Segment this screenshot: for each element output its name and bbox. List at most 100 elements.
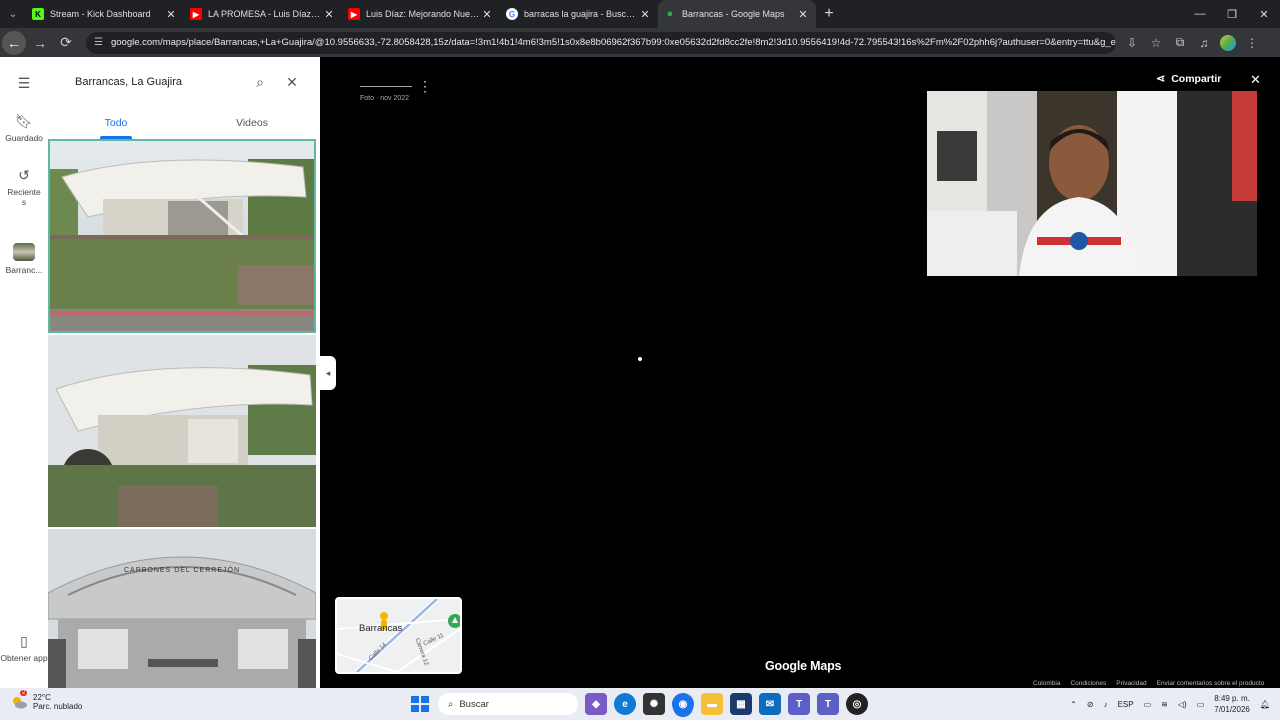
reload-button[interactable]: ⟳ bbox=[54, 31, 78, 55]
tab-google-search[interactable]: G barracas la guajira - Buscar con ✕ bbox=[500, 0, 658, 28]
webcam-image bbox=[927, 91, 1257, 276]
outlook-icon[interactable]: ✉ bbox=[759, 693, 781, 715]
close-tab-icon[interactable]: ✕ bbox=[796, 8, 810, 21]
chrome-icon[interactable]: ◉ bbox=[672, 693, 694, 715]
chatgpt-icon[interactable]: ✺ bbox=[643, 693, 665, 715]
tab-luis-diaz[interactable]: ▶ Luis Díaz: Mejorando Nuestro Í ✕ bbox=[342, 0, 500, 28]
close-viewer-icon[interactable]: ✕ bbox=[1250, 72, 1261, 88]
network-off-icon[interactable]: ⊘ bbox=[1087, 700, 1094, 709]
taskbar-apps: ⌕ Buscar ◆ e ✺ ◉ ▬ ▦ ✉ T T ◎ bbox=[408, 691, 868, 717]
footer-link-terms[interactable]: Condiciones bbox=[1070, 680, 1106, 687]
truck-photo-3 bbox=[48, 529, 316, 688]
teams-icon[interactable]: T bbox=[788, 693, 810, 715]
google-maps-logo: Google Maps bbox=[765, 659, 842, 673]
tray-overflow-icon[interactable]: ⌃ bbox=[1070, 700, 1077, 709]
new-tab-button[interactable]: + bbox=[816, 0, 842, 28]
close-tab-icon[interactable]: ✕ bbox=[480, 8, 494, 21]
forward-button[interactable]: → bbox=[28, 31, 52, 55]
volume-icon[interactable]: ◁) bbox=[1178, 700, 1187, 709]
tab-la-promesa[interactable]: ▶ LA PROMESA - Luis Díaz, Juanc ✕ bbox=[184, 0, 342, 28]
minimap[interactable]: Barrancas Calle 11 Carrera 12 Calle 14 bbox=[335, 597, 462, 674]
close-search-icon[interactable]: ✕ bbox=[276, 74, 308, 91]
wifi-icon[interactable]: ≋ bbox=[1161, 700, 1168, 709]
close-tab-icon[interactable]: ✕ bbox=[322, 8, 336, 21]
clock-time: 8:49 p. m. bbox=[1214, 694, 1250, 703]
windows-taskbar: 22°C Parc. nublado 2 ⌕ Buscar ◆ e ✺ ◉ ▬ … bbox=[0, 688, 1280, 720]
weather-temperature: 22°C bbox=[33, 693, 51, 702]
tab-title: barracas la guajira - Buscar con bbox=[524, 9, 638, 19]
microsoft-store-icon[interactable]: ▦ bbox=[730, 693, 752, 715]
start-button[interactable] bbox=[408, 693, 430, 715]
tab-title: Luis Díaz: Mejorando Nuestro Í bbox=[366, 9, 480, 19]
tab-title: Barrancas - Google Maps bbox=[682, 9, 785, 19]
youtube-icon: ▶ bbox=[190, 8, 202, 20]
extensions-icon[interactable]: ⧉ bbox=[1168, 35, 1192, 50]
clock[interactable]: 8:49 p. m. 7/01/2026 bbox=[1214, 693, 1250, 715]
address-bar[interactable]: ☰ google.com/maps/place/Barrancas,+La+Gu… bbox=[86, 31, 1116, 54]
language-indicator[interactable]: ESP bbox=[1118, 700, 1134, 709]
search-icon[interactable]: ⌕ bbox=[244, 74, 276, 91]
site-info-icon[interactable]: ☰ bbox=[94, 37, 103, 48]
bookmark-star-icon[interactable]: ☆ bbox=[1144, 36, 1168, 50]
search-box: Barrancas, La Guajira ⌕ ✕ bbox=[60, 67, 308, 97]
recent-label: Reciente s bbox=[7, 187, 41, 207]
back-button[interactable]: ← bbox=[2, 30, 26, 55]
tab-videos[interactable]: Videos bbox=[184, 112, 320, 137]
file-explorer-icon[interactable]: ▬ bbox=[701, 693, 723, 715]
microphone-icon[interactable]: ♪ bbox=[1104, 700, 1108, 709]
tab-title: Stream - Kick Dashboard bbox=[50, 9, 151, 19]
tab-kick-dashboard[interactable]: K Stream - Kick Dashboard ✕ bbox=[26, 0, 184, 28]
teams-alt-icon[interactable]: T bbox=[817, 693, 839, 715]
close-window-icon[interactable]: ✕ bbox=[1248, 0, 1280, 28]
streamer-webcam-overlay bbox=[927, 91, 1257, 276]
place-thumbnail bbox=[13, 243, 35, 261]
photo-thumbnail-2[interactable] bbox=[48, 335, 316, 527]
notifications-bell-icon[interactable]: 🔔︎ bbox=[1260, 700, 1270, 709]
history-icon: ↺ bbox=[18, 167, 30, 183]
maps-footer-links: Colombia Condiciones Privacidad Enviar c… bbox=[1033, 680, 1264, 687]
footer-link-country[interactable]: Colombia bbox=[1033, 680, 1060, 687]
taskbar-search[interactable]: ⌕ Buscar bbox=[438, 693, 578, 715]
saved-label: Guardado bbox=[5, 133, 43, 143]
taskbar-search-placeholder: Buscar bbox=[459, 698, 489, 710]
obs-icon[interactable]: ◎ bbox=[846, 693, 868, 715]
photo-thumbnail-1[interactable] bbox=[48, 139, 316, 333]
tab-search-menu-icon[interactable]: ⌄ bbox=[0, 0, 26, 28]
profile-avatar[interactable] bbox=[1220, 34, 1236, 51]
saved-button[interactable]: 🔖︎ Guardado bbox=[0, 113, 48, 143]
photo-loading-indicator bbox=[638, 357, 642, 361]
minimap-place-label: Barrancas bbox=[359, 623, 403, 634]
hamburger-icon: ☰ bbox=[17, 75, 31, 91]
search-input[interactable]: Barrancas, La Guajira bbox=[60, 76, 244, 88]
copilot-icon[interactable]: ◆ bbox=[585, 693, 607, 715]
photo-thumbnail-3[interactable]: CARBONES DEL CERREJÓN bbox=[48, 529, 316, 688]
collapse-panel-button[interactable]: ◂ bbox=[320, 356, 336, 390]
display-icon[interactable]: ▭ bbox=[1144, 700, 1152, 709]
tab-title: LA PROMESA - Luis Díaz, Juanc bbox=[208, 9, 322, 19]
tab-todo[interactable]: Todo bbox=[48, 112, 184, 137]
recent-place-barrancas[interactable]: Barranc... bbox=[0, 243, 48, 275]
minimize-icon[interactable]: — bbox=[1184, 0, 1216, 28]
more-options-icon[interactable]: ⋮ bbox=[418, 78, 432, 95]
edge-icon[interactable]: e bbox=[614, 693, 636, 715]
media-controls-icon[interactable]: ♫ bbox=[1192, 36, 1216, 50]
recent-button[interactable]: ↺ Reciente s bbox=[0, 167, 48, 207]
footer-link-feedback[interactable]: Enviar comentarios sobre el producto bbox=[1157, 680, 1265, 687]
battery-icon[interactable]: ▭ bbox=[1197, 700, 1205, 709]
install-app-icon[interactable]: ⇩ bbox=[1120, 36, 1144, 50]
place-label: Barranc... bbox=[5, 265, 43, 275]
restore-icon[interactable]: ❐ bbox=[1216, 0, 1248, 28]
share-button[interactable]: ⋖ Compartir bbox=[1156, 72, 1221, 86]
menu-button[interactable]: ☰ bbox=[0, 75, 48, 95]
window-controls: — ❐ ✕ bbox=[1184, 0, 1280, 28]
tab-google-maps[interactable]: ● Barrancas - Google Maps ✕ bbox=[658, 0, 816, 28]
close-tab-icon[interactable]: ✕ bbox=[638, 8, 652, 21]
get-app-button[interactable]: ▯ Obtener app bbox=[0, 633, 48, 663]
close-tab-icon[interactable]: ✕ bbox=[164, 8, 178, 21]
maps-pin-icon: ● bbox=[666, 8, 674, 20]
browser-menu-icon[interactable]: ⋮ bbox=[1240, 36, 1264, 50]
weather-condition: Parc. nublado bbox=[33, 702, 83, 711]
photo-sign-text: CARBONES DEL CERREJÓN bbox=[123, 567, 241, 574]
footer-link-privacy[interactable]: Privacidad bbox=[1116, 680, 1146, 687]
photo-progress-bar bbox=[360, 86, 412, 87]
